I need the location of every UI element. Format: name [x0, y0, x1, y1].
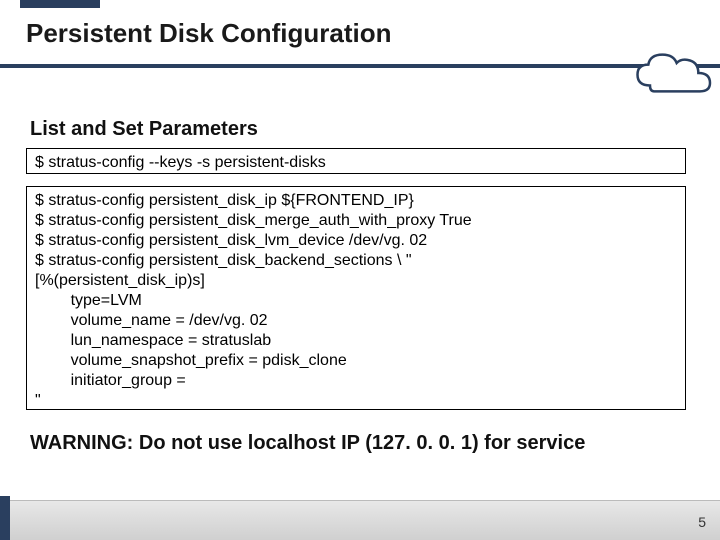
slide-title: Persistent Disk Configuration	[26, 18, 392, 49]
top-accent-bar	[20, 0, 100, 8]
warning-text: WARNING: Do not use localhost IP (127. 0…	[30, 432, 585, 455]
slide: Persistent Disk Configuration List and S…	[0, 0, 720, 540]
footer-bar	[0, 500, 720, 540]
page-number: 5	[698, 514, 706, 530]
cloud-icon	[630, 48, 720, 98]
section-subheading: List and Set Parameters	[30, 118, 258, 141]
footer-left-accent	[0, 496, 10, 540]
code-block-list-keys: $ stratus-config --keys -s persistent-di…	[26, 148, 686, 174]
title-underline	[0, 64, 720, 68]
code-block-set-params: $ stratus-config persistent_disk_ip ${FR…	[26, 186, 686, 410]
